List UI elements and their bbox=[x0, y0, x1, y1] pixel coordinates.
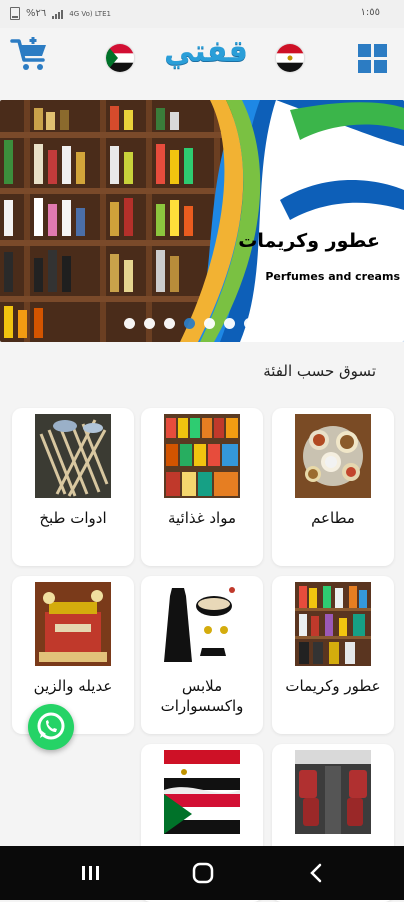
category-card-perfumes[interactable]: عطور وكريمات bbox=[272, 576, 394, 734]
signal-icon bbox=[52, 9, 64, 19]
category-label: مواد غذائية bbox=[167, 509, 237, 527]
category-card-clothing[interactable]: ملابس واكسسوارات bbox=[141, 576, 263, 734]
home-button[interactable] bbox=[188, 860, 218, 886]
carousel-dot[interactable] bbox=[144, 318, 155, 329]
banner-title: عطور وكريمات bbox=[238, 230, 380, 252]
category-card-groceries[interactable]: مواد غذائية bbox=[141, 408, 263, 566]
restaurants-image bbox=[295, 414, 371, 498]
carousel-dot[interactable] bbox=[244, 318, 255, 329]
category-card-cookware[interactable]: ادوات طبخ bbox=[12, 408, 134, 566]
promo-banner[interactable]: عطور وكريمات Perfumes and creams bbox=[0, 100, 404, 342]
battery-icon bbox=[10, 7, 20, 20]
menu-button[interactable] bbox=[358, 44, 388, 74]
groceries-image bbox=[164, 414, 240, 498]
flags-image bbox=[164, 750, 240, 834]
back-icon bbox=[310, 863, 322, 883]
recent-apps-icon bbox=[82, 866, 99, 880]
category-label: عطور وكريمات bbox=[285, 677, 381, 695]
network-label: 4G Vo) LTE1 bbox=[69, 9, 111, 18]
back-button[interactable] bbox=[302, 860, 332, 886]
cart-button[interactable] bbox=[10, 34, 50, 74]
sudan-flag-icon bbox=[106, 44, 134, 72]
carousel-dot[interactable] bbox=[124, 318, 135, 329]
recent-apps-button[interactable] bbox=[76, 860, 106, 886]
app-logo: قفتي bbox=[164, 34, 248, 69]
clothing-image bbox=[164, 582, 240, 666]
carousel-dot-active[interactable] bbox=[184, 318, 195, 329]
perfumes-image bbox=[295, 582, 371, 666]
whatsapp-icon bbox=[37, 712, 65, 740]
cart-icon bbox=[10, 37, 46, 70]
grid-menu-icon bbox=[358, 44, 371, 57]
category-label: مطاعم bbox=[311, 509, 355, 527]
clock: ١:٥٥ bbox=[360, 7, 380, 18]
status-indicators: %٢٦ 4G Vo) LTE1 bbox=[10, 7, 111, 20]
carousel-dot[interactable] bbox=[204, 318, 215, 329]
system-nav-bar bbox=[0, 846, 404, 900]
category-label: ملابس واكسسوارات bbox=[160, 677, 244, 715]
status-bar: %٢٦ 4G Vo) LTE1 ١:٥٥ bbox=[0, 0, 404, 28]
egypt-flag-icon bbox=[276, 44, 304, 72]
category-card-restaurants[interactable]: مطاعم bbox=[272, 408, 394, 566]
carousel-dots bbox=[124, 318, 275, 329]
home-icon bbox=[192, 862, 214, 884]
whatsapp-button[interactable] bbox=[28, 704, 74, 750]
carousel-dot[interactable] bbox=[264, 318, 275, 329]
carousel-dot[interactable] bbox=[164, 318, 175, 329]
banner-subtitle: Perfumes and creams bbox=[265, 270, 400, 283]
app-header: قفتي bbox=[0, 28, 404, 92]
bus-interior-image bbox=[295, 750, 371, 834]
section-title: تسوق حسب الفئة bbox=[263, 362, 376, 380]
category-label: عديله والزين bbox=[33, 677, 113, 695]
battery-level: %٢٦ bbox=[26, 8, 47, 19]
wedding-image bbox=[35, 582, 111, 666]
banner-graphic bbox=[180, 100, 404, 342]
category-label: ادوات طبخ bbox=[39, 509, 107, 527]
carousel-dot[interactable] bbox=[224, 318, 235, 329]
cookware-image bbox=[35, 414, 111, 498]
